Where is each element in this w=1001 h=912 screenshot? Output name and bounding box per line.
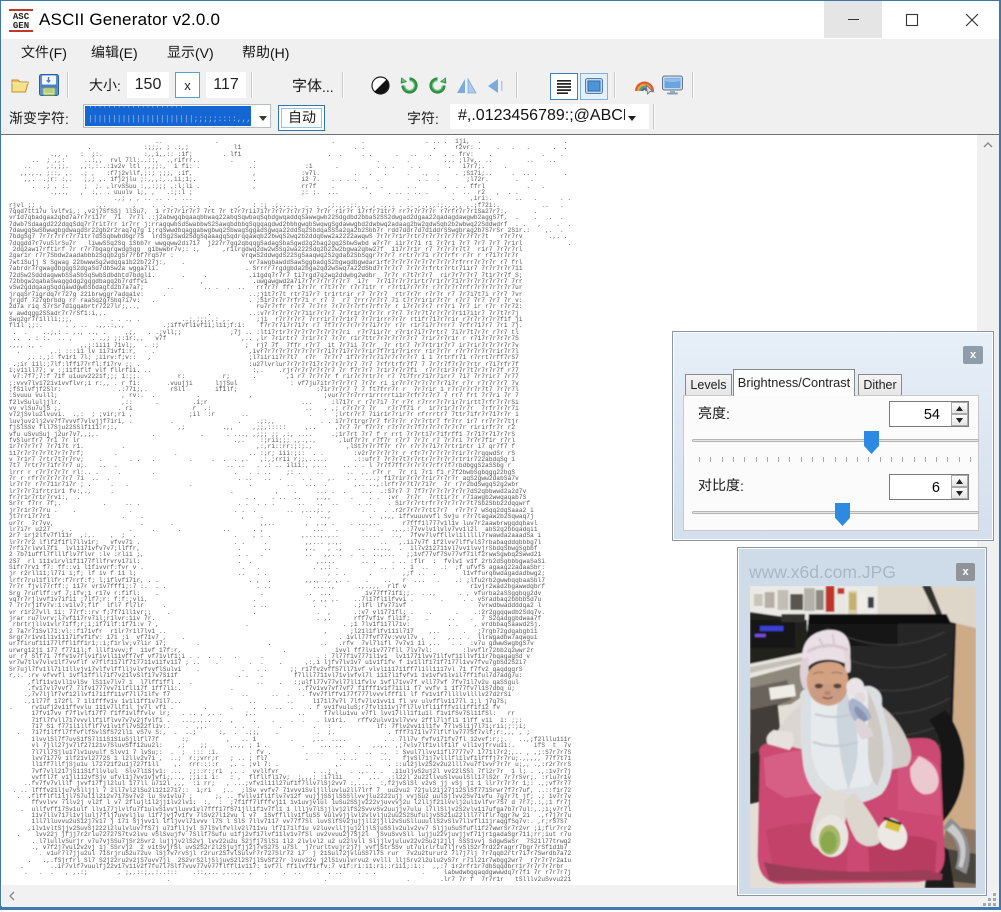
svg-text:GEN: GEN <box>13 21 29 31</box>
